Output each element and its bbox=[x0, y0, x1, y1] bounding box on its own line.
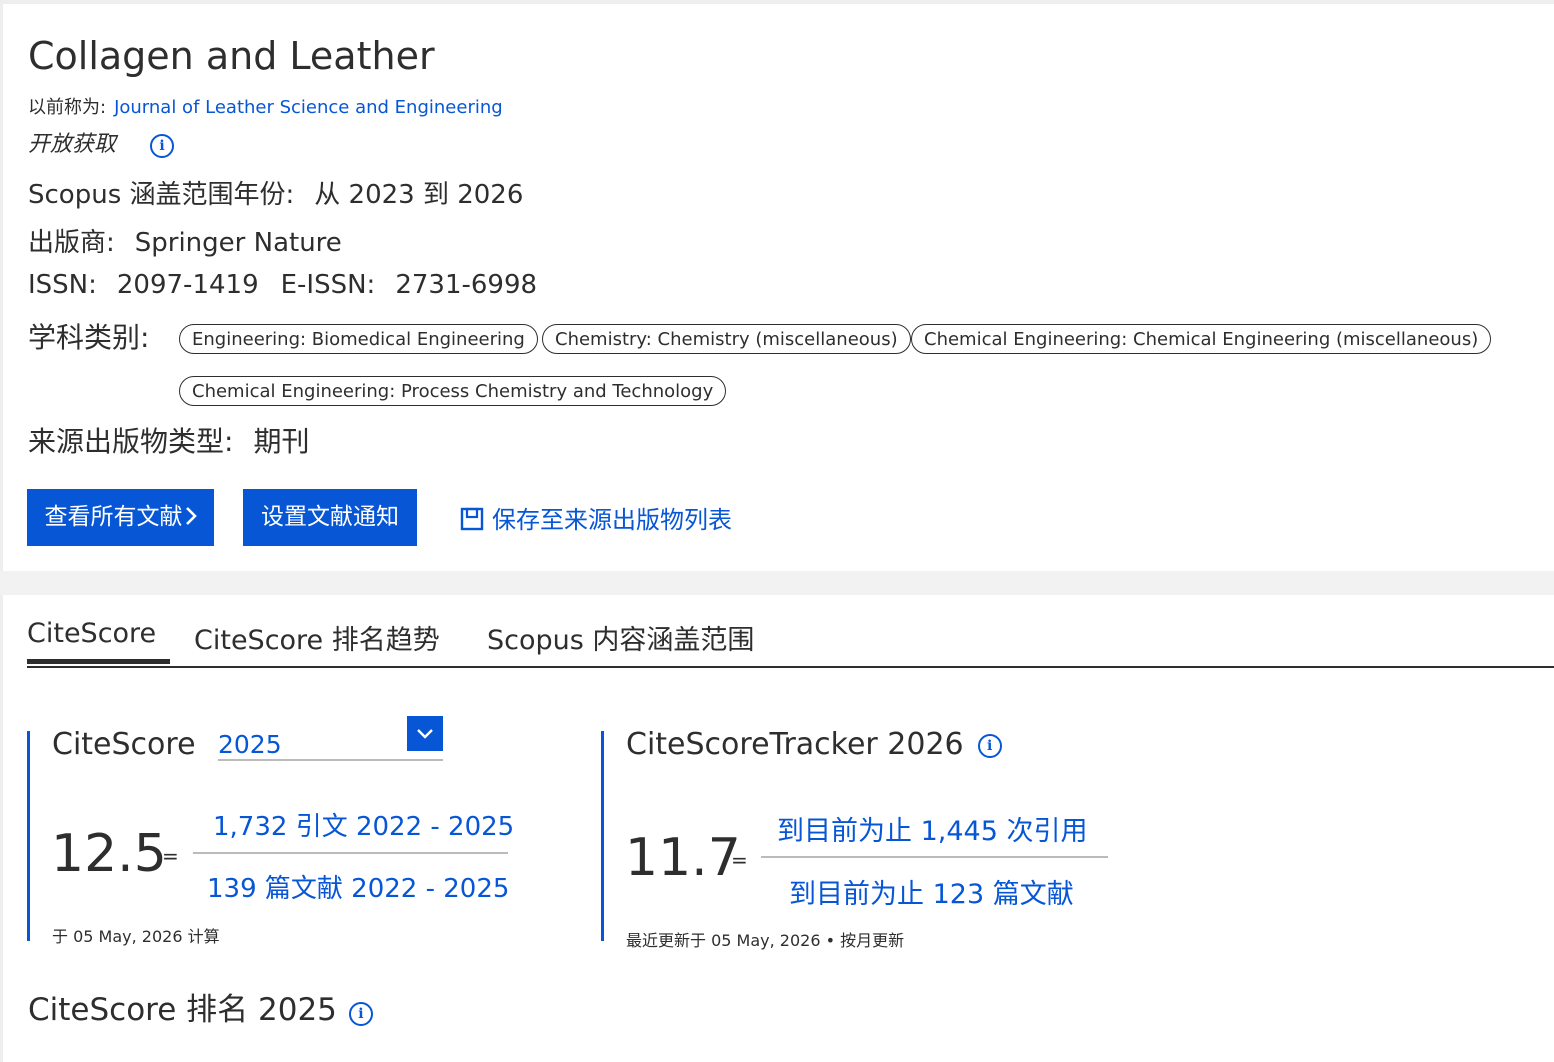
publisher-row: 出版商: Springer Nature bbox=[28, 222, 342, 259]
tracker-citations-link[interactable]: 到目前为止 1,445 次引用 bbox=[777, 809, 1087, 848]
save-to-source-list-link[interactable]: 保存至来源出版物列表 bbox=[460, 500, 732, 535]
issn-label: ISSN: bbox=[28, 270, 97, 300]
subject-area-label: 学科类别: bbox=[28, 321, 150, 354]
citescore-accent-bar bbox=[27, 731, 30, 941]
issn-row: ISSN: 2097-1419 E-ISSN: 2731-6998 bbox=[28, 270, 537, 300]
subject-chip[interactable]: Chemical Engineering: Chemical Engineeri… bbox=[911, 324, 1492, 354]
citescore-fraction-line bbox=[193, 852, 508, 854]
coverage-value: 从 2023 到 2026 bbox=[314, 180, 524, 210]
citescore-documents-link[interactable]: 139 篇文献 2022 - 2025 bbox=[207, 868, 509, 905]
active-tab-indicator bbox=[27, 659, 170, 664]
coverage-row: Scopus 涵盖范围年份: 从 2023 到 2026 bbox=[28, 174, 523, 211]
tracker-equals: = bbox=[731, 848, 748, 872]
formerly-known-as: 以前称为: Journal of Leather Science and Engi… bbox=[28, 93, 503, 119]
section-separator bbox=[0, 571, 1554, 595]
year-select-underline bbox=[218, 759, 443, 761]
issn-value: 2097-1419 bbox=[116, 270, 259, 300]
citescore-label: CiteScore bbox=[52, 727, 196, 762]
open-access-label: 开放获取 bbox=[28, 132, 117, 157]
source-type-row: 来源出版物类型: 期刊 bbox=[28, 420, 309, 460]
open-access: 开放获取 i bbox=[28, 126, 174, 158]
formerly-link[interactable]: Journal of Leather Science and Engineeri… bbox=[114, 97, 503, 118]
tracker-update-note: 最近更新于 05 May, 2026 • 按月更新 bbox=[626, 931, 905, 950]
subject-chip[interactable]: Chemical Engineering: Process Chemistry … bbox=[179, 376, 727, 406]
subject-chip[interactable]: Chemistry: Chemistry (miscellaneous) bbox=[542, 324, 911, 354]
tracker-fraction-line bbox=[761, 856, 1108, 858]
coverage-label: Scopus 涵盖范围年份: bbox=[28, 180, 295, 210]
year-select-dropdown-button[interactable] bbox=[407, 716, 443, 751]
tracker-heading: CiteScoreTracker 2026 i bbox=[626, 727, 1002, 762]
citescore-equals: = bbox=[162, 844, 179, 868]
view-all-documents-label: 查看所有文献 bbox=[44, 504, 183, 530]
tracker-value: 11.7 bbox=[625, 828, 741, 888]
citescore-citations-link[interactable]: 1,732 引文 2022 - 2025 bbox=[213, 806, 514, 843]
citescore-rank-title: CiteScore 排名 2025 bbox=[28, 992, 337, 1028]
page-left-border bbox=[0, 0, 3, 1062]
tab-citescore[interactable]: CiteScore bbox=[27, 618, 156, 649]
chevron-down-icon bbox=[417, 729, 433, 739]
citescore-value: 12.5 bbox=[51, 824, 167, 884]
set-document-alert-button[interactable]: 设置文献通知 bbox=[243, 489, 417, 546]
tab-citescore-rank-trend[interactable]: CiteScore 排名趋势 bbox=[194, 618, 440, 657]
tracker-accent-bar bbox=[601, 731, 604, 941]
journal-title: Collagen and Leather bbox=[28, 34, 435, 78]
year-select-value: 2025 bbox=[218, 730, 282, 759]
source-type-value: 期刊 bbox=[253, 425, 310, 458]
info-icon[interactable]: i bbox=[977, 734, 1002, 758]
formerly-label: 以前称为: bbox=[28, 97, 107, 118]
eissn-label: E-ISSN: bbox=[280, 270, 376, 300]
citescore-rank-heading: CiteScore 排名 2025 i bbox=[28, 984, 373, 1029]
citescore-calc-date: 于 05 May, 2026 计算 bbox=[52, 927, 220, 946]
publisher-label: 出版商: bbox=[28, 228, 115, 258]
tracker-documents-link[interactable]: 到目前为止 123 篇文献 bbox=[789, 872, 1074, 911]
chevron-right-icon bbox=[185, 507, 197, 525]
tab-scopus-content-coverage[interactable]: Scopus 内容涵盖范围 bbox=[487, 618, 754, 657]
publisher-value: Springer Nature bbox=[134, 228, 342, 258]
subject-chip[interactable]: Engineering: Biomedical Engineering bbox=[179, 324, 538, 354]
citescore-year-select[interactable]: 2025 bbox=[218, 716, 443, 762]
save-icon bbox=[460, 507, 484, 531]
page-top-border bbox=[0, 0, 1554, 4]
save-to-source-list-label: 保存至来源出版物列表 bbox=[492, 506, 732, 534]
tabs-divider bbox=[27, 666, 1554, 668]
info-icon[interactable]: i bbox=[348, 1002, 373, 1026]
info-icon[interactable]: i bbox=[150, 134, 174, 158]
tracker-label: CiteScoreTracker 2026 bbox=[626, 727, 964, 762]
source-type-label: 来源出版物类型: bbox=[28, 425, 234, 458]
view-all-documents-button[interactable]: 查看所有文献 bbox=[27, 489, 214, 546]
eissn-value: 2731-6998 bbox=[395, 270, 538, 300]
